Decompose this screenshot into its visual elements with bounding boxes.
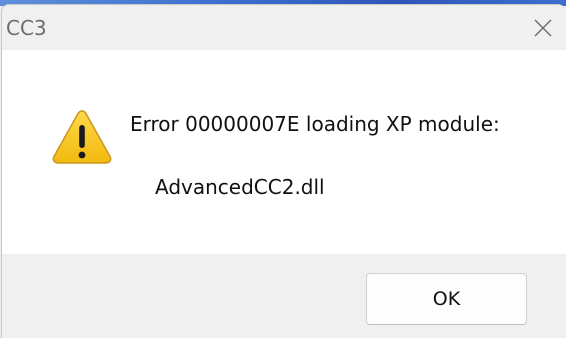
close-icon <box>534 19 552 36</box>
ok-button[interactable]: OK <box>366 273 527 325</box>
button-bar: OK <box>2 254 566 338</box>
error-dialog: CC3 Error 00000007E loading XP module: A… <box>1 4 566 338</box>
close-button[interactable] <box>520 5 566 50</box>
dialog-body: Error 00000007E loading XP module: Advan… <box>2 50 566 254</box>
title-bar[interactable]: CC3 <box>2 5 566 50</box>
error-message: Error 00000007E loading XP module: <box>130 112 500 136</box>
module-filename: AdvancedCC2.dll <box>155 175 325 199</box>
warning-icon <box>52 110 112 164</box>
window-title: CC3 <box>6 16 47 40</box>
